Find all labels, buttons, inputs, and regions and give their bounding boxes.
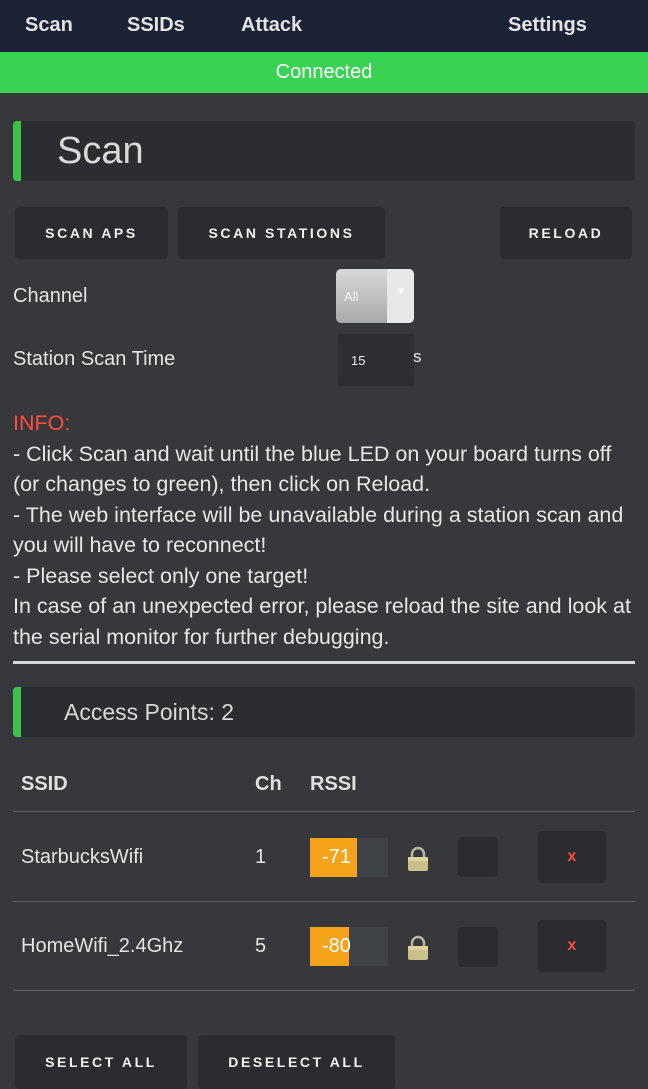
table-divider [13, 811, 635, 812]
table-divider [13, 990, 635, 991]
lock-icon [408, 846, 428, 871]
nav-settings[interactable]: Settings [508, 12, 587, 38]
rssi-bar: -71 [310, 838, 388, 877]
channel-label: Channel [13, 285, 88, 307]
deselect-all-button[interactable]: DESELECT ALL [198, 1035, 395, 1089]
info-text: INFO: - Click Scan and wait until the bl… [13, 408, 633, 652]
delete-button[interactable]: x [538, 831, 606, 883]
channel-cell: 5 [255, 935, 267, 957]
scan-time-unit: s [413, 347, 422, 366]
column-header-ssid: SSID [21, 773, 68, 795]
channel-select[interactable]: All ▼ [336, 269, 414, 323]
top-nav: Scan SSIDs Attack Settings [0, 0, 648, 52]
divider [13, 661, 635, 664]
delete-button[interactable]: x [538, 920, 606, 972]
select-checkbox[interactable] [458, 927, 498, 967]
rssi-bar: -80 [310, 927, 388, 966]
info-line: In case of an unexpected error, please r… [13, 594, 631, 649]
nav-ssids[interactable]: SSIDs [127, 12, 185, 38]
nav-attack[interactable]: Attack [241, 12, 302, 38]
select-all-button[interactable]: SELECT ALL [15, 1035, 187, 1089]
scan-aps-button[interactable]: SCAN APS [15, 207, 168, 259]
info-heading: INFO: [13, 411, 71, 435]
rssi-value: -80 [322, 935, 351, 957]
nav-scan[interactable]: Scan [25, 12, 73, 38]
scan-panel-header: Scan [13, 121, 635, 181]
scan-time-label: Station Scan Time [13, 348, 176, 370]
info-line: - Click Scan and wait until the blue LED… [13, 441, 612, 497]
select-checkbox[interactable] [458, 837, 498, 877]
lock-icon [408, 935, 428, 960]
access-points-header: Access Points: 2 [13, 687, 635, 737]
chevron-down-box: ▼ [387, 269, 414, 323]
scan-stations-button[interactable]: SCAN STATIONS [178, 207, 385, 259]
connection-status-bar: Connected [0, 52, 648, 93]
info-line: - The web interface will be unavailable … [13, 502, 624, 558]
scan-time-input[interactable]: 15 [338, 334, 414, 386]
table-divider [13, 901, 635, 902]
column-header-ch: Ch [255, 773, 282, 795]
ssid-cell: StarbucksWifi [21, 846, 144, 868]
info-line: - Please select only one target! [13, 563, 309, 588]
ssid-cell: HomeWifi_2.4Ghz [21, 935, 184, 957]
page-title: Scan [57, 130, 144, 172]
column-header-rssi: RSSI [310, 773, 357, 795]
access-points-count: Access Points: 2 [64, 699, 235, 725]
chevron-down-icon: ▼ [396, 286, 406, 297]
reload-button[interactable]: RELOAD [500, 207, 632, 259]
channel-cell: 1 [255, 846, 267, 868]
rssi-value: -71 [322, 846, 351, 868]
channel-select-value: All [344, 289, 359, 304]
